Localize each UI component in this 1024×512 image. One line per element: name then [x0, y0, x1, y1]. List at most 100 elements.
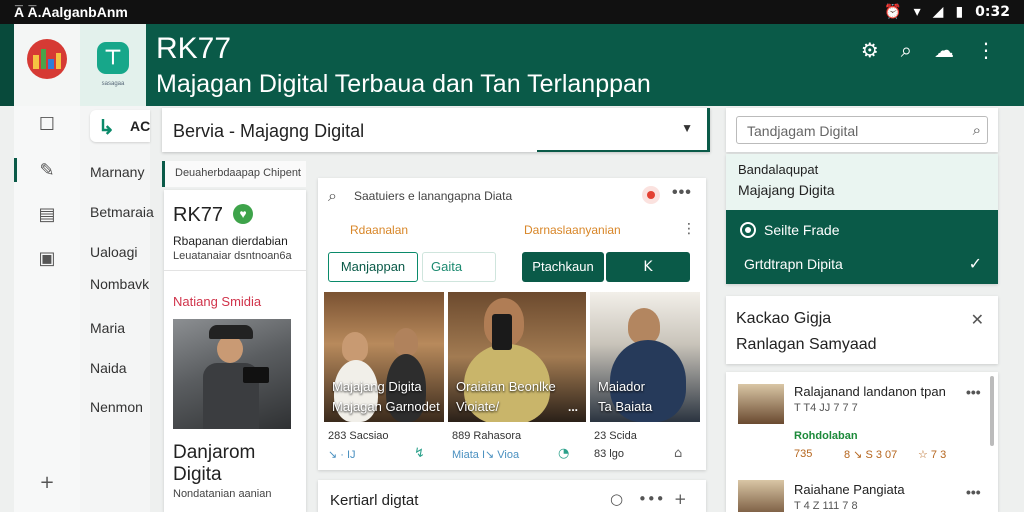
search-placeholder: Tandjagam Digital [747, 123, 859, 139]
comment-icon[interactable]: ◔ [558, 446, 569, 461]
nav-item[interactable]: Marnany [90, 164, 144, 180]
media-photo[interactable]: Maiador Ta Baiata [590, 292, 700, 422]
wifi-icon: ▾ [913, 4, 921, 20]
more-horiz-icon[interactable]: ••• [672, 184, 692, 202]
list-item-tag: Rohdolaban [794, 430, 858, 442]
status-bar: A̅ A̅.AalganbAnm ⏰ ▾ ◢ ▮ 0:32 [0, 0, 1024, 24]
record-icon[interactable] [642, 186, 660, 204]
signal-icon: ◢ [932, 4, 944, 20]
scrollbar[interactable] [990, 376, 994, 446]
chip-icon: ↳ [98, 117, 115, 139]
chat-icon[interactable]: ☁ [934, 38, 954, 62]
section-label-right: Darnaslaanyanian [524, 223, 621, 237]
add-icon[interactable]: + [674, 490, 687, 508]
info-title: Kackao Gigja [736, 310, 832, 327]
battery-icon: ▮ [955, 4, 964, 20]
circle-icon[interactable]: ○ [610, 490, 623, 508]
brand-logo[interactable]: ⊤ sasagaa [80, 24, 146, 106]
add-icon[interactable]: + [37, 472, 57, 493]
profile-card[interactable]: RK77 ♥ Rbapanan dierdabian Leuatanaiar d… [164, 190, 306, 512]
photo-caption: Oraiaian Beonlke [456, 379, 556, 394]
feather-icon[interactable]: ✎ [37, 160, 57, 181]
check-icon: ✓ [968, 254, 982, 273]
search-input[interactable]: Tandjagam Digital ⌕ [736, 116, 988, 144]
info-card[interactable]: Kackao Gigja Ranlagan Samyaad ✕ [726, 296, 998, 364]
square-icon[interactable]: ☐ [37, 114, 57, 135]
status-left-text: A̅ A̅.AalganbAnm [14, 4, 128, 20]
more-horiz-icon[interactable]: ••• [966, 384, 981, 400]
photo-stat: 283 Sacsiao [328, 430, 389, 442]
profile-photo[interactable] [173, 319, 291, 429]
app-subtitle: Majagan Digital Terbaua dan Tan Terlanpp… [156, 70, 651, 98]
settings-icon[interactable]: ⚙ [861, 38, 879, 62]
bottom-card-title: Kertiarl digtat [330, 492, 419, 509]
photo-caption-sub: Ta Baiata [598, 399, 653, 414]
radio-icon [740, 222, 756, 238]
alarm-icon: ⏰ [884, 4, 902, 20]
photo-stat: 23 Scida [594, 430, 637, 442]
more-vert-icon[interactable]: ⋮ [976, 38, 996, 62]
nav-item[interactable]: Nombavk [90, 276, 149, 292]
list-thumbnail[interactable] [738, 384, 784, 424]
profile-label: Natiang Smidia [173, 294, 262, 309]
tab-outlined[interactable]: Manjappan [328, 252, 418, 282]
option-selected[interactable]: Seilte Frade [740, 222, 839, 238]
photo-caption: Maiador [598, 379, 645, 394]
profile-footer-sub: Nondatanian aanian [173, 488, 272, 500]
brand-caption: sasagaa [101, 81, 125, 87]
photo-caption-sub: Majagan Garnodet [332, 399, 440, 414]
more-horiz-icon[interactable]: ••• [638, 490, 665, 508]
list-item-sub: T T4 JJ 7 7 7 [794, 402, 858, 414]
media-search-text[interactable]: Saatuiers e lanangapna Diata [354, 189, 512, 203]
nav-active-chip[interactable]: ↳ AC [90, 110, 150, 142]
collapse-button[interactable]: K [606, 252, 690, 282]
side-rail: ☐ ✎ ▤ ▣ + [14, 106, 80, 512]
section-header: Deuaherbdaapap Chipent [162, 161, 306, 187]
more-vert-icon[interactable]: ⋮ [682, 221, 696, 237]
nav-item[interactable]: Betmaraia [90, 204, 154, 220]
nav-column: Marnany Betmaraia Ualoagi Nombavk Maria … [80, 106, 154, 512]
right-search: Tandjagam Digital ⌕ [726, 108, 998, 152]
nav-item[interactable]: Nenmon [90, 399, 143, 415]
chevron-down-icon: ▼ [681, 121, 693, 135]
tab-light[interactable]: Gaita [422, 252, 496, 282]
photo-more[interactable]: ... [568, 400, 578, 414]
phone-icon[interactable]: ▣ [37, 248, 57, 269]
primary-button[interactable]: Ptachkaun [522, 252, 604, 282]
photo-meta: Miata I↘ Vioa [452, 449, 520, 461]
calendar-icon[interactable]: ▤ [37, 204, 57, 225]
list-item-title[interactable]: Ralajanand landanon tpan [794, 384, 946, 399]
option-second[interactable]: Grtdtrapn Dipita [744, 256, 843, 272]
search-icon[interactable]: ⌕ [901, 38, 912, 62]
list-thumbnail[interactable] [738, 480, 784, 512]
bottom-card[interactable]: Kertiarl digtat ○ ••• + [318, 480, 706, 512]
category-dropdown[interactable]: Bervia - Majagng Digital ▼ [162, 108, 710, 152]
panel-line: Majajang Digita [738, 182, 835, 198]
section-label-left: Rdaanalan [350, 223, 409, 237]
share-icon[interactable]: ↯ [414, 446, 425, 461]
list-item-stat: 8 ↘ S 3 07 [844, 449, 898, 461]
chat-badge-icon: ♥ [233, 204, 253, 224]
list-item-title[interactable]: Raiahane Pangiata [794, 482, 905, 497]
nav-item[interactable]: Ualoagi [90, 244, 137, 260]
dropdown-value: Bervia - Majagng Digital [173, 121, 365, 141]
close-icon[interactable]: ✕ [971, 310, 984, 329]
nav-item[interactable]: Naida [90, 360, 127, 376]
photo-meta: ↘ · IJ [328, 449, 356, 461]
media-card: ⌕ Saatuiers e lanangapna Diata ••• Rdaan… [318, 178, 706, 470]
bag-icon[interactable]: ⌂ [674, 446, 682, 461]
more-horiz-icon[interactable]: ••• [966, 484, 981, 500]
chip-label: AC [130, 118, 151, 134]
info-subtitle: Ranlagan Samyaad [736, 336, 877, 353]
profile-footer-title: Danjarom Digita [173, 442, 256, 485]
media-photo[interactable]: Oraiaian Beonlke Vioiate/ ... [448, 292, 586, 422]
list-item-sub: T 4 Z 111 7 8 [794, 500, 858, 512]
profile-name: RK77 [173, 204, 224, 226]
app-logo-icon[interactable] [27, 39, 67, 79]
profile-desc: Rbapanan dierdabian [173, 234, 288, 248]
search-icon[interactable]: ⌕ [328, 186, 337, 206]
brand-icon: ⊤ [97, 42, 129, 74]
media-photo[interactable]: Majajang Digita Majagan Garnodet [324, 292, 444, 422]
result-list: Ralajanand landanon tpan ••• T T4 JJ 7 7… [726, 372, 998, 512]
nav-item[interactable]: Maria [90, 320, 125, 336]
